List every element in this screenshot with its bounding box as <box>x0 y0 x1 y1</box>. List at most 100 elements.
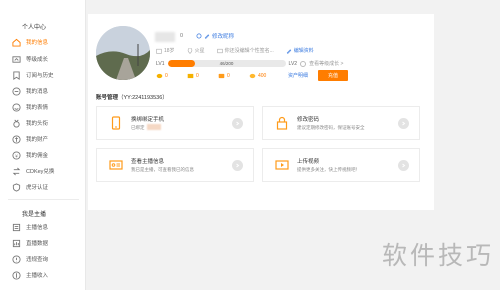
edit-nickname-label: 修改昵称 <box>212 34 235 40</box>
account-yy: （YY:2241193536） <box>118 95 168 101</box>
sidebar-item-verify[interactable]: 虎牙认证 <box>12 180 84 194</box>
assets-row: 0 0 0 400 资产明细 <box>156 72 308 79</box>
calendar-icon <box>156 48 162 54</box>
sidebar-item-live-data[interactable]: 直播数据 <box>12 236 84 250</box>
location-item: 火星 <box>187 47 205 54</box>
wallet-icon <box>12 134 21 144</box>
sidebar-item-messages[interactable]: 我的消息 <box>12 84 84 98</box>
sidebar: 个人中心 我的信息 等级成长 订阅与历史 我的消息 我的表情 我的头衔 我的财产… <box>0 0 86 290</box>
sidebar-divider <box>8 199 79 200</box>
sidebar-item-my-info[interactable]: 我的信息 <box>12 35 84 49</box>
sidebar-item-label: 我的信息 <box>26 40 49 46</box>
alert-icon <box>12 254 21 264</box>
sidebar-item-property[interactable]: 我的财产 <box>12 132 84 146</box>
level-hint-link[interactable]: 查看等级成长 > <box>309 60 343 67</box>
chevron-right-icon[interactable] <box>398 118 409 129</box>
asset-gold-bean[interactable]: 0 <box>156 73 187 79</box>
signature-item: 你还没编辑个性签名... <box>216 47 274 54</box>
card-bind-phone[interactable]: 换绑绑定手机 已绑定 <box>96 106 254 140</box>
nickname-count: 0 <box>180 33 184 39</box>
card-change-password[interactable]: 修改密码 建议定期修改密码，保证账号安全 <box>262 106 420 140</box>
level-current: LV1 <box>156 60 165 67</box>
card-anchor-info[interactable]: 查看主播信息 我已是主播，可查看我已的信息 <box>96 148 254 182</box>
age-text: 18岁 <box>164 48 175 54</box>
card-subtitle: 已绑定 <box>131 124 164 131</box>
level-progress-bar: 46/200 <box>167 60 286 67</box>
sidebar-item-subscription[interactable]: 订阅与历史 <box>12 68 84 82</box>
sidebar-item-label: 我的财产 <box>26 137 49 143</box>
level-icon <box>12 55 21 64</box>
edit-profile-label: 编辑资料 <box>293 48 314 54</box>
edit-profile-link[interactable]: 编辑资料 <box>286 47 314 54</box>
sidebar-group-personal: 个人中心 <box>22 25 47 31</box>
sidebar-item-commission[interactable]: ¥ 我的佣金 <box>12 148 84 162</box>
signature-icon <box>216 48 223 54</box>
asset-ticket[interactable]: 0 <box>218 73 249 79</box>
home-icon <box>12 38 21 47</box>
nickname-masked <box>155 32 175 42</box>
card-title: 修改密码 <box>297 116 320 123</box>
sidebar-item-label: 等级成长 <box>26 57 49 63</box>
sidebar-item-label: 我的消息 <box>26 89 49 95</box>
asset-details-link[interactable]: 资产明细 <box>288 72 308 79</box>
sidebar-item-label: 主播收入 <box>26 273 49 279</box>
bookmark-icon <box>12 70 21 80</box>
gold-bean-icon <box>156 73 163 79</box>
sidebar-item-violation[interactable]: 违规查询 <box>12 252 84 266</box>
edit-icon <box>286 48 292 54</box>
list-icon <box>12 223 21 232</box>
exchange-icon <box>12 167 21 176</box>
coin-icon: ¥ <box>12 150 21 160</box>
sidebar-item-level[interactable]: 等级成长 <box>12 52 84 66</box>
card-title: 换绑绑定手机 <box>131 116 165 123</box>
level-progress-text: 46/200 <box>219 61 234 66</box>
level-row: LV1 46/200 LV2 查看等级成长 > <box>156 60 343 67</box>
profile-meta: 18岁 火星 你还没编辑个性签名... 编辑资料 <box>156 47 314 54</box>
asset-bean[interactable]: 400 <box>249 73 280 79</box>
sidebar-item-cdkey[interactable]: CDKey兑换 <box>12 164 84 178</box>
emoji-icon <box>12 102 21 112</box>
card-upload-video[interactable]: 上传视频 提供更多关注，快上传视频吧！ <box>262 148 420 182</box>
recharge-button[interactable]: 充值 <box>318 70 348 81</box>
income-icon <box>12 270 21 280</box>
sidebar-item-income[interactable]: 主播收入 <box>12 268 84 282</box>
silver-bean-icon <box>187 73 194 79</box>
sidebar-item-label: CDKey兑换 <box>26 169 55 175</box>
pencil-icon <box>204 33 210 39</box>
asset-silver-bean[interactable]: 0 <box>187 73 218 79</box>
signature-text: 你还没编辑个性签名... <box>224 48 274 54</box>
account-section-title: 账号管理（YY:2241193536） <box>96 93 168 101</box>
ticket-icon <box>218 73 225 79</box>
phone-icon <box>109 116 123 130</box>
profile-panel: 0 修改昵称 18岁 火星 你还没编辑个性签名... 编辑资料 LV1 46/2… <box>88 14 434 210</box>
asset-value: 0 <box>196 72 199 79</box>
sidebar-item-label: 我的佣金 <box>26 153 49 159</box>
avatar[interactable] <box>96 26 150 80</box>
chevron-right-icon[interactable] <box>232 118 243 129</box>
edit-nickname-link[interactable]: 修改昵称 <box>196 32 234 40</box>
medal-icon <box>12 119 21 128</box>
card-title: 查看主播信息 <box>131 158 165 165</box>
card-title: 上传视频 <box>297 158 320 165</box>
sidebar-item-label: 违规查询 <box>26 257 49 263</box>
sidebar-item-label: 直播数据 <box>26 241 49 247</box>
sidebar-group-anchor: 我是主播 <box>22 212 47 218</box>
chevron-right-icon[interactable] <box>232 160 243 171</box>
sidebar-item-titles[interactable]: 我的头衔 <box>12 116 84 130</box>
id-card-icon <box>109 158 123 172</box>
asset-value: 400 <box>258 72 267 79</box>
card-subtitle: 我已是主播，可查看我已的信息 <box>131 166 194 172</box>
chevron-right-icon[interactable] <box>398 160 409 171</box>
watermark: 软件技巧 <box>381 241 494 270</box>
sidebar-item-anchor-info[interactable]: 主播信息 <box>12 220 84 234</box>
account-title: 账号管理 <box>96 95 119 101</box>
sidebar-item-label: 我的表情 <box>26 105 49 111</box>
svg-text:¥: ¥ <box>15 153 18 158</box>
level-next: LV2 <box>288 60 298 67</box>
help-icon[interactable] <box>300 60 307 67</box>
sidebar-item-emoji[interactable]: 我的表情 <box>12 100 84 114</box>
sidebar-item-label: 我的头衔 <box>26 121 49 127</box>
chart-icon <box>12 239 21 248</box>
location-text: 火星 <box>194 48 205 54</box>
card-subtitle: 建议定期修改密码，保证账号安全 <box>297 124 365 130</box>
